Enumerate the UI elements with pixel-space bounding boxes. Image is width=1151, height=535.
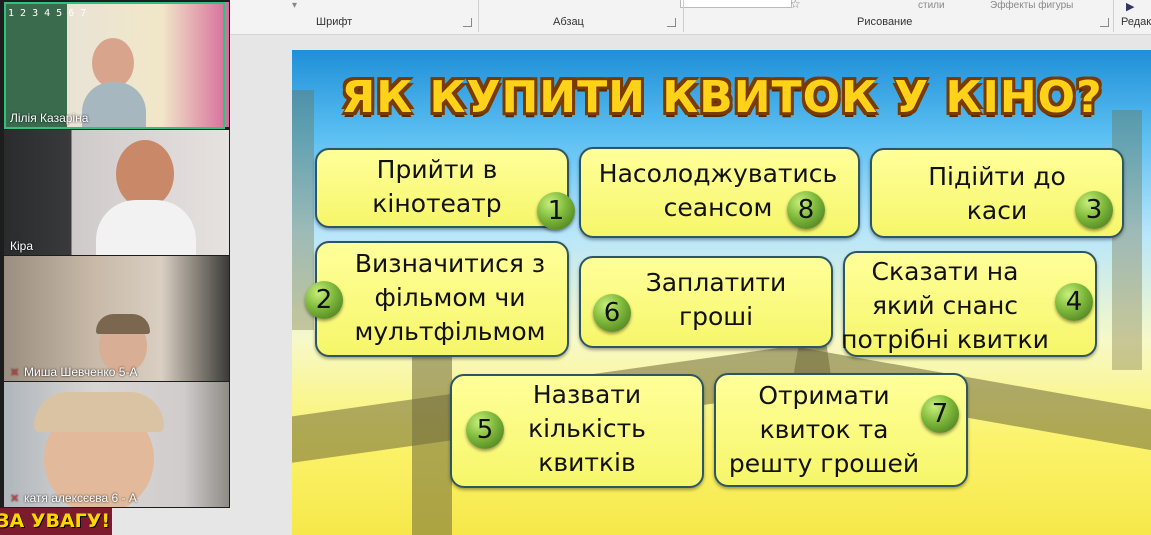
shape-gallery[interactable] (680, 0, 792, 8)
slide-title: ЯК КУПИТИ КВИТОК У КІНО? (341, 72, 1103, 123)
video-tile[interactable]: Кіра (4, 130, 229, 255)
step-number-badge: 7 (921, 395, 959, 433)
drawing-dialog-launcher-icon[interactable] (1100, 18, 1109, 27)
muted-mic-icon: ✕ (10, 367, 20, 379)
paragraph-group-label: Абзац (553, 16, 584, 28)
participant-body (96, 200, 196, 255)
participant-hair (34, 392, 164, 432)
film-strip-decoration (412, 350, 452, 535)
banner-text: ЗА УВАГУ! (0, 510, 111, 532)
step-card[interactable]: Отримати квиток та решту грошей 7 (714, 373, 968, 487)
step-card[interactable]: Прийти в кінотеатр 1 (315, 148, 575, 230)
select-cursor-icon[interactable]: ▶ (1126, 0, 1134, 13)
background-banner: ЗА УВАГУ! (0, 508, 112, 535)
step-number-badge: 2 (305, 281, 343, 319)
step-number-badge: 8 (787, 191, 825, 229)
participant-name: ✕ катя алексєєва 6 - А (10, 491, 137, 505)
step-number-badge: 6 (593, 294, 631, 332)
step-text: Визначитися з фільмом чи мультфільмом (354, 249, 546, 346)
editing-group-label: Редак (1121, 16, 1151, 28)
participant-name: ✕ Миша Шевченко 5-А (10, 365, 138, 379)
ribbon-divider (478, 0, 479, 32)
shape-effects-button[interactable]: Эффекты фигуры (990, 0, 1073, 11)
muted-mic-icon: ✕ (10, 493, 20, 505)
step-number-badge: 5 (466, 411, 504, 449)
step-text: Сказати на який снанс потрібні квитки (841, 257, 1049, 354)
slide-canvas[interactable]: ЯК КУПИТИ КВИТОК У КІНО? Прийти в кіноте… (292, 50, 1151, 535)
step-text: Підійти до каси (928, 162, 1066, 225)
participants-panel: 1 2 3 4 5 6 7 Лілія Казаріна Кіра ✕ Миша … (0, 0, 230, 508)
ribbon-partial-controls[interactable]: ▾ (292, 0, 297, 11)
video-tile[interactable]: ✕ Миша Шевченко 5-А (4, 256, 229, 381)
step-number-badge: 3 (1075, 191, 1113, 229)
step-text: Заплатити гроші (645, 268, 787, 331)
paragraph-dialog-launcher-icon[interactable] (667, 18, 676, 27)
step-card[interactable]: Сказати на який снанс потрібні квитки 4 (841, 251, 1097, 357)
step-text: Назвати кількість квитків (528, 380, 646, 477)
step-card[interactable]: Насолоджуватись сеансом 8 (579, 147, 860, 238)
drawing-group-label: Рисование (857, 16, 913, 28)
step-text: Отримати квиток та решту грошей (728, 381, 920, 478)
styles-button[interactable]: стили (918, 0, 945, 11)
step-card[interactable]: Визначитися з фільмом чи мультфільмом 2 (305, 241, 569, 357)
font-group-label: Шрифт (316, 16, 353, 28)
active-speaker-border (4, 2, 225, 129)
participant-name: Кіра (10, 239, 34, 253)
step-number-badge: 4 (1055, 283, 1093, 321)
participant-face (116, 140, 174, 208)
step-card[interactable]: Заплатити гроші 6 (579, 256, 833, 348)
step-text: Прийти в кінотеатр (372, 155, 502, 218)
ribbon-divider (683, 0, 684, 32)
step-number-badge: 1 (537, 192, 575, 230)
step-card[interactable]: Назвати кількість квитків 5 (450, 374, 704, 488)
font-dialog-launcher-icon[interactable] (463, 18, 472, 27)
step-card[interactable]: Підійти до каси 3 (870, 148, 1124, 238)
video-tile[interactable]: ✕ катя алексєєва 6 - А (4, 382, 229, 507)
ribbon-divider (1113, 0, 1114, 32)
participant-hair (96, 314, 150, 334)
star-shape-icon[interactable]: ☆ (790, 0, 801, 11)
